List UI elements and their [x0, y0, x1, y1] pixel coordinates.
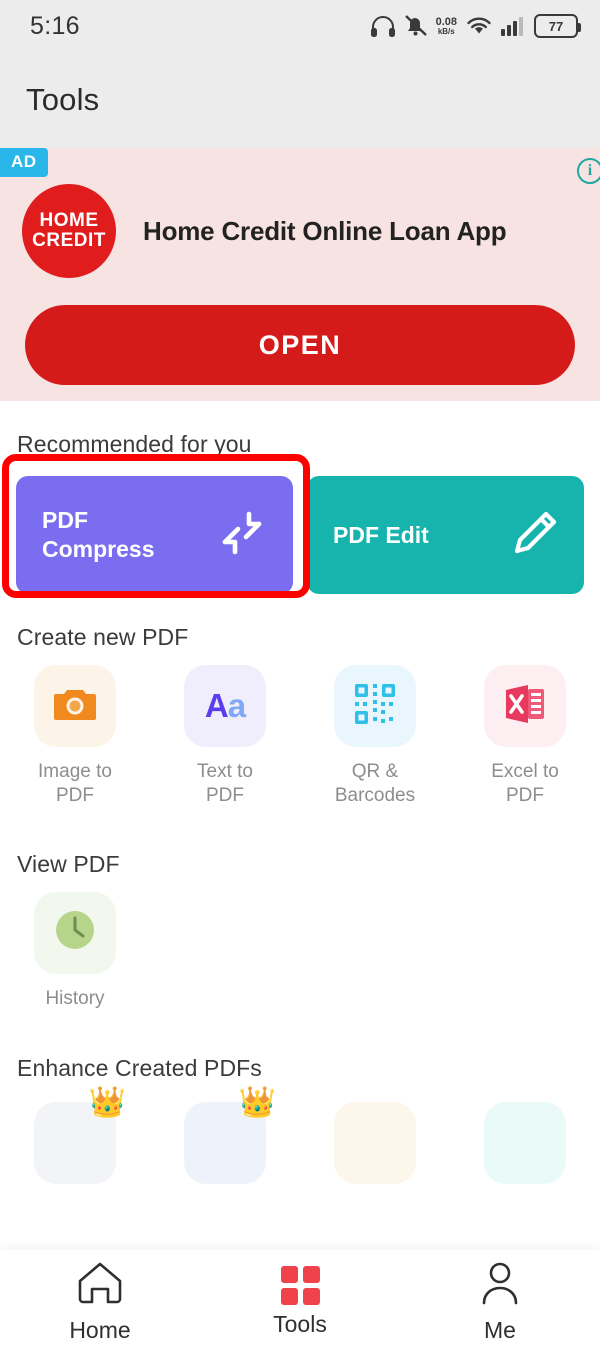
crown-icon: 👑: [88, 1085, 126, 1119]
enhance-item-1[interactable]: 👑: [0, 1087, 150, 1184]
advertiser-logo: HOME CREDIT: [22, 184, 116, 278]
enhance-item-2[interactable]: 👑: [150, 1087, 300, 1184]
ad-headline: Home Credit Online Loan App: [143, 215, 507, 246]
tool-qr-barcodes[interactable]: QR & Barcodes: [300, 665, 450, 809]
pencil-icon: [508, 506, 562, 565]
text-to-pdf-tile: Aa: [184, 665, 266, 747]
nav-item-me[interactable]: Me: [400, 1260, 600, 1344]
tool-excel-to-pdf[interactable]: Excel to PDF: [450, 665, 600, 809]
crown-icon: 👑: [238, 1085, 276, 1119]
wifi-icon: [466, 16, 492, 36]
status-icons: 0.08 kB/s 77: [370, 14, 581, 38]
enhance-tile-3: [334, 1101, 416, 1184]
clock-icon: [52, 907, 98, 958]
home-icon: [75, 1260, 125, 1311]
signal-icon: [501, 16, 525, 36]
ad-banner[interactable]: AD i HOME CREDIT Home Credit Online Loan…: [0, 148, 600, 401]
enhance-section-title: Enhance Created PDFs: [17, 1054, 262, 1081]
text-aa-icon: Aa: [204, 687, 246, 724]
qr-barcodes-label: QR & Barcodes: [334, 761, 416, 807]
excel-to-pdf-label: Excel to PDF: [491, 761, 559, 807]
compress-arrows-icon: [213, 504, 271, 567]
grid-cell-3: [280, 1288, 298, 1305]
text-to-pdf-label: Text to PDF: [197, 761, 253, 807]
nav-item-home-label: Home: [69, 1317, 131, 1343]
page-title: Tools: [26, 82, 100, 117]
card-pdf-edit-label: PDF Edit: [333, 521, 429, 548]
battery-level: 77: [548, 18, 564, 34]
nav-item-home[interactable]: Home: [0, 1260, 200, 1344]
enhance-grid: 👑 👑: [0, 1082, 600, 1184]
history-tile: [34, 891, 116, 974]
tool-image-to-pdf[interactable]: Image to PDF: [0, 665, 150, 809]
image-to-pdf-tile: [34, 665, 116, 747]
qr-code-icon: [354, 683, 396, 730]
view-pdf-section-title: View PDF: [17, 850, 120, 877]
person-icon: [478, 1260, 522, 1311]
tool-text-to-pdf[interactable]: Aa Text to PDF: [150, 665, 300, 809]
enhance-tile-4: [484, 1101, 566, 1184]
bottom-navigation-bar: Home Tools Me: [0, 1250, 600, 1354]
card-pdf-edit[interactable]: PDF Edit: [307, 476, 584, 594]
status-bar: 5:16 0.08 kB/s 77: [0, 0, 600, 52]
card-pdf-compress-label: PDF Compress: [42, 507, 155, 562]
grid-cell-4: [302, 1288, 320, 1305]
nav-item-tools-label: Tools: [273, 1311, 327, 1337]
enhance-item-4[interactable]: [450, 1101, 600, 1184]
network-speed-icon: 0.08 kB/s: [435, 15, 457, 36]
grid-cell-1: [280, 1266, 298, 1283]
recommended-section-title: Recommended for you: [17, 431, 252, 457]
create-new-pdf-section-title: Create new PDF: [17, 624, 189, 650]
net-speed-value: 0.08: [435, 15, 457, 28]
battery-icon: 77: [534, 14, 581, 38]
create-new-pdf-grid: Image to PDF Aa Text to PDF QR & Barcode…: [0, 651, 600, 809]
image-to-pdf-label: Image to PDF: [38, 761, 112, 807]
ad-content-row: HOME CREDIT Home Credit Online Loan App: [0, 148, 600, 278]
card-pdf-compress[interactable]: PDF Compress: [16, 476, 293, 594]
tool-history[interactable]: History: [0, 891, 150, 1011]
grid-icon: [280, 1266, 320, 1305]
headphones-icon: [370, 15, 396, 37]
camera-icon: [53, 685, 97, 728]
ad-open-button[interactable]: OPEN: [25, 305, 575, 385]
excel-icon: [504, 684, 546, 729]
net-speed-unit: kB/s: [437, 26, 455, 36]
history-label: History: [45, 987, 105, 1009]
enhance-item-3[interactable]: [300, 1101, 450, 1184]
logo-line-2: CREDIT: [32, 230, 106, 251]
status-time: 5:16: [30, 11, 80, 40]
grid-cell-2: [302, 1266, 320, 1283]
logo-line-1: HOME: [39, 210, 99, 232]
recommended-cards: PDF Compress PDF Edit: [0, 454, 600, 598]
info-icon[interactable]: i: [577, 158, 600, 184]
excel-to-pdf-tile: [484, 665, 566, 747]
qr-barcodes-tile: [334, 665, 416, 747]
app-header: Tools: [0, 52, 600, 148]
ad-badge: AD: [0, 148, 48, 177]
bell-muted-icon: [404, 14, 427, 38]
nav-item-me-label: Me: [484, 1317, 516, 1343]
view-pdf-grid: History: [0, 878, 600, 1011]
nav-item-tools[interactable]: Tools: [200, 1266, 400, 1338]
